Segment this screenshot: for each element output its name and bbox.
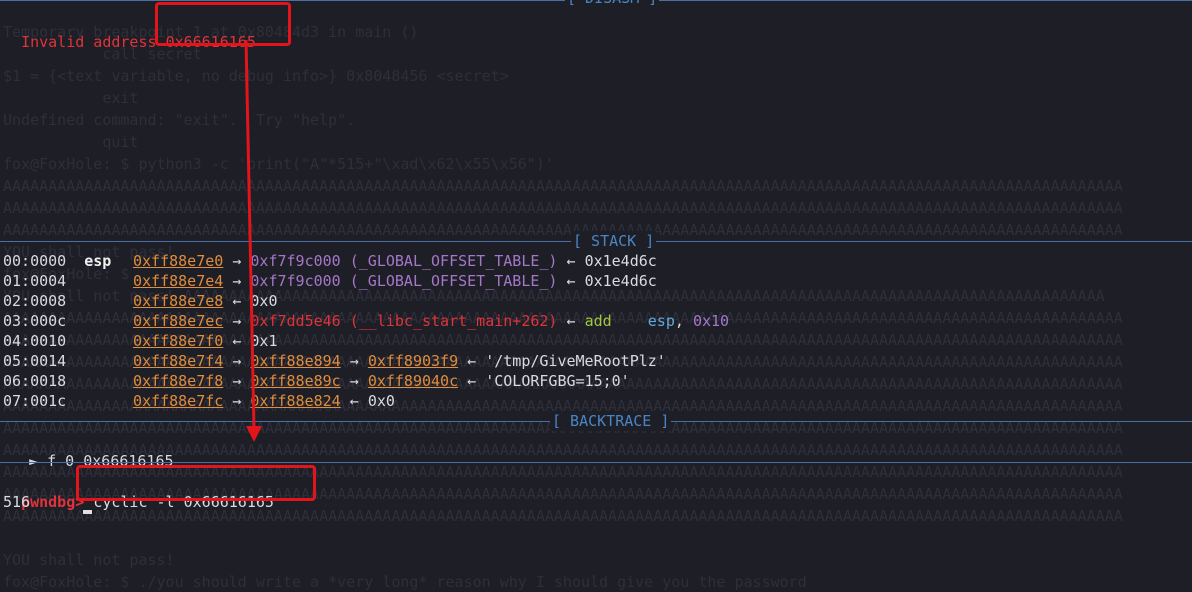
stack-string: '/tmp/GiveMeRootPlz'	[485, 352, 666, 370]
arrow-icon: →	[232, 352, 242, 370]
highlight-box-cyclic-command	[76, 465, 316, 501]
invalid-address-label: Invalid address	[21, 33, 157, 51]
stack-offset: 01:0004	[3, 272, 67, 290]
arrow-icon: →	[349, 372, 359, 390]
stack-value: 0xf7f9c000	[250, 252, 341, 270]
stack-offset: 04:0010	[3, 332, 67, 350]
stack-value: 0x0	[250, 292, 278, 310]
stack-offset: 02:0008	[3, 292, 67, 310]
scrollback-line: $1 = {<text variable, no debug info>} 0x…	[3, 67, 509, 85]
scrollback-line: fox@FoxHole: $ python3 -c 'print("A"*515…	[3, 155, 554, 173]
stack-section-title: [ STACK ]	[571, 231, 657, 251]
arrow-icon: →	[232, 372, 242, 390]
arrow-icon: →	[232, 392, 242, 410]
highlight-box-invalid-address	[155, 2, 291, 46]
stack-offset: 06:0018	[3, 372, 67, 390]
stack-offset: 00:0000	[3, 252, 67, 270]
arrow-icon: →	[232, 252, 242, 270]
asm-instruction: add esp, 0x10	[584, 312, 730, 330]
stack-value-link[interactable]: 0xff88e824	[250, 392, 340, 410]
stack-row: 05:0014 0xff88e7f4 → 0xff88e894 → 0xff890…	[3, 351, 666, 371]
scrollback-line: exit	[3, 89, 139, 107]
scrollback-line: fox@FoxHole: $ ./you should write a *ver…	[3, 573, 807, 591]
arrow-icon: ←	[467, 372, 477, 390]
scrollback-line: AAAAAAAAAAAAAAAAAAAAAAAAAAAAAAAAAAAAAAAA…	[3, 221, 1123, 239]
stack-row: 01:0004 0xff88e7e4 → 0xf7f9c000 (_GLOBAL_…	[3, 271, 657, 291]
arrow-icon: ←	[566, 272, 576, 290]
stack-address-link[interactable]: 0xff88e7fc	[133, 392, 223, 410]
stack-value-link[interactable]: 0xff89040c	[368, 372, 458, 390]
stack-value: 0xf7f9c000	[250, 272, 341, 290]
arrow-icon: ←	[467, 352, 477, 370]
scrollback-line: AAAAAAAAAAAAAAAAAAAAAAAAAAAAAAAAAAAAAAAA…	[3, 177, 1123, 195]
stack-value-link[interactable]: 0xff88e894	[250, 352, 340, 370]
pwndbg-prompt-label: pwndbg>	[21, 493, 85, 511]
stack-symbol: (__libc_start_main+262)	[349, 312, 558, 330]
stack-address-link[interactable]: 0xff88e7f4	[133, 352, 223, 370]
backtrace-section-title: [ BACKTRACE ]	[550, 411, 672, 431]
stack-row: 00:0000 esp 0xff88e7e0 → 0xf7f9c000 (_GLOB…	[3, 251, 657, 271]
arrow-icon: →	[232, 272, 242, 290]
stack-offset: 07:001c	[3, 392, 67, 410]
scrollback-line: quit	[3, 133, 139, 151]
stack-address-link[interactable]: 0xff88e7e8	[133, 292, 223, 310]
arrow-icon: ←	[566, 312, 576, 330]
backtrace-frame: ► f 0 0x66616165	[3, 431, 174, 470]
stack-value: 0x1	[250, 332, 278, 350]
stack-address-link[interactable]: 0xff88e7f8	[133, 372, 223, 390]
stack-offset: 05:0014	[3, 352, 67, 370]
stack-address-link[interactable]: 0xff88e7ec	[133, 312, 223, 330]
stack-offset: 03:000c	[3, 312, 67, 330]
frame-index: f 0	[47, 452, 75, 470]
arrow-icon: →	[349, 352, 359, 370]
stack-value-link[interactable]: 0xff88e89c	[250, 372, 340, 390]
arrow-icon: ←	[232, 292, 242, 310]
stack-tail-value: 0x1e4d6c	[584, 252, 657, 270]
stack-row: 07:001c 0xff88e7fc → 0xff88e824 ← 0x0	[3, 391, 395, 411]
stack-address-link[interactable]: 0xff88e7e0	[133, 252, 223, 270]
stack-address-link[interactable]: 0xff88e7f0	[133, 332, 223, 350]
terminal-cursor[interactable]	[83, 510, 92, 514]
scrollback-line: YOU shall not pass!	[3, 551, 175, 569]
stack-symbol: (_GLOBAL_OFFSET_TABLE_)	[349, 252, 558, 270]
stack-tail-value: 0x1e4d6c	[584, 272, 657, 290]
stack-value: 0xf7dd5e46	[250, 312, 341, 330]
disasm-section-title: [ DISASM ]	[565, 0, 660, 8]
prompt-separator	[0, 462, 1192, 463]
arrow-icon: ←	[232, 332, 242, 350]
stack-row: 03:000c 0xff88e7ec → 0xf7dd5e46 (__libc_s…	[3, 311, 729, 331]
stack-row: 06:0018 0xff88e7f8 → 0xff88e89c → 0xff890…	[3, 371, 630, 391]
stack-symbol: (_GLOBAL_OFFSET_TABLE_)	[349, 272, 558, 290]
scrollback-line: AAAAAAAAAAAAAAAAAAAAAAAAAAAAAAAAAAAAAAAA…	[3, 199, 1123, 217]
stack-row: 02:0008 0xff88e7e8 ← 0x0	[3, 291, 278, 311]
scrollback-line: Undefined command: "exit". Try "help".	[3, 111, 356, 129]
stack-row: 04:0010 0xff88e7f0 ← 0x1	[3, 331, 278, 351]
stack-value-link[interactable]: 0xff8903f9	[368, 352, 458, 370]
arrow-icon: ←	[349, 392, 359, 410]
stack-address-link[interactable]: 0xff88e7e4	[133, 272, 223, 290]
stack-tail-value: 0x0	[367, 392, 395, 410]
arrow-icon: ←	[566, 252, 576, 270]
arrow-icon: →	[232, 312, 242, 330]
stack-string: 'COLORFGBG=15;0'	[485, 372, 630, 390]
frame-marker-icon: ►	[29, 452, 39, 470]
command-output: 516	[3, 493, 31, 511]
